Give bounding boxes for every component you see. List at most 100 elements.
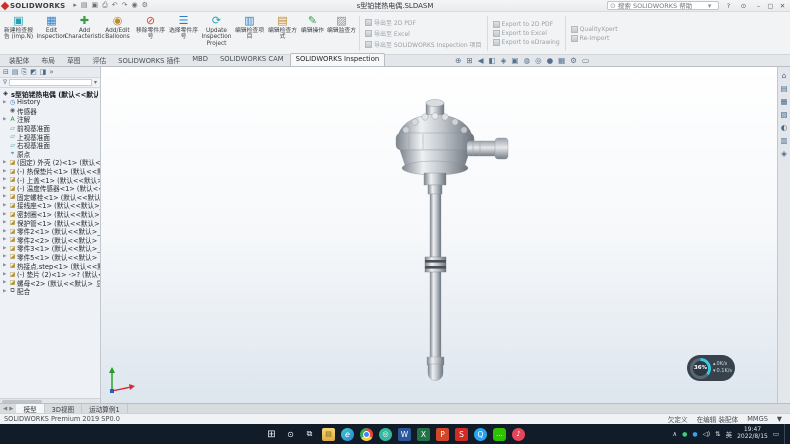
tray-icon[interactable]: ● bbox=[682, 431, 687, 438]
expand-arrow-icon[interactable]: ▶ bbox=[3, 272, 8, 277]
tree-item[interactable]: ▶ ◪ 接线座<1> (默认<<默认>_显示状.. bbox=[0, 201, 100, 210]
quick-access-icon[interactable]: ↶ bbox=[112, 1, 118, 10]
tree-item[interactable]: ▱ 上视基准面 bbox=[0, 132, 100, 141]
taskbar-app-icon[interactable]: P bbox=[436, 428, 449, 441]
window-control-button[interactable]: ▢ bbox=[765, 1, 776, 11]
tree-item[interactable]: ▶ ◪ (-) 热保垫片<1> (默认<<默认>_显示状.. bbox=[0, 167, 100, 176]
ribbon-export-item[interactable]: 导出至 Excel bbox=[365, 29, 482, 38]
task-pane-icon[interactable]: ◐ bbox=[781, 123, 788, 132]
graphics-viewport[interactable]: 36% ▴ 0K/s ▾ 0.1K/s bbox=[101, 67, 777, 403]
tree-item[interactable]: ▱ 前视基准面 bbox=[0, 124, 100, 133]
panel-tab-icon[interactable]: ⊟ bbox=[3, 68, 9, 76]
view-toolbar-icon[interactable]: ◍ bbox=[524, 56, 531, 65]
view-toolbar-icon[interactable]: ● bbox=[547, 56, 554, 65]
tree-item[interactable]: ▶ ◷ History bbox=[0, 98, 100, 107]
show-desktop-button[interactable] bbox=[784, 424, 787, 444]
ribbon-export-item[interactable]: Export to Excel bbox=[493, 30, 560, 37]
tree-item[interactable]: ▶ ◪ 固定螺栓<1> (默认<<默认>_显示状.. bbox=[0, 193, 100, 202]
view-toolbar-icon[interactable]: ◈ bbox=[501, 56, 507, 65]
command-tab[interactable]: SOLIDWORKS Inspection bbox=[290, 53, 386, 66]
tree-item[interactable]: ▶ ◪ (-) 垫片 (2)<1> ->? (默认<<默认.. bbox=[0, 270, 100, 279]
tree-item[interactable]: ▶ ⧉ 配合 bbox=[0, 287, 100, 296]
quick-access-icon[interactable]: ↷ bbox=[122, 1, 128, 10]
search-caret-icon[interactable]: ▾ bbox=[708, 2, 712, 10]
thermocouple-3d-model[interactable] bbox=[101, 67, 773, 403]
expand-arrow-icon[interactable]: ▶ bbox=[3, 203, 8, 208]
taskbar-app-icon[interactable]: X bbox=[417, 428, 430, 441]
tray-icon[interactable]: 英 bbox=[726, 429, 733, 439]
view-tab[interactable]: 模型 bbox=[16, 404, 44, 413]
command-tab[interactable]: SOLIDWORKS 插件 bbox=[112, 53, 186, 66]
tree-item[interactable]: ▶ ◪ 密封圈<1> (默认<<默认>_显示状.. bbox=[0, 210, 100, 219]
task-pane-icon[interactable]: ▦ bbox=[780, 97, 787, 106]
help-icon[interactable]: ? bbox=[723, 1, 734, 11]
command-tab[interactable]: 布局 bbox=[35, 53, 61, 66]
ribbon-extra-item[interactable]: Re-Import bbox=[571, 35, 618, 42]
filter-funnel-icon[interactable]: ∇ bbox=[3, 79, 7, 86]
expand-arrow-icon[interactable]: ▶ bbox=[3, 237, 8, 242]
taskbar-app-icon[interactable]: S bbox=[455, 428, 468, 441]
ribbon-button[interactable]: ▨ 编辑监查方 bbox=[326, 13, 357, 54]
expand-arrow-icon[interactable]: ▶ bbox=[3, 177, 8, 182]
ribbon-button[interactable]: ▤ 编辑检查方式 bbox=[266, 13, 299, 54]
quick-access-icon[interactable]: ◉ bbox=[132, 1, 138, 10]
task-pane-icon[interactable]: ▤ bbox=[780, 84, 787, 93]
panel-horizontal-scrollbar[interactable] bbox=[0, 398, 100, 403]
view-toolbar-icon[interactable]: ◧ bbox=[489, 56, 496, 65]
tree-item[interactable]: ▶ ◪ 零件3<1> (默认<<默认>_显示状.. bbox=[0, 244, 100, 253]
taskbar-app-icon[interactable]: ♪ bbox=[512, 428, 525, 441]
user-account-icon[interactable]: ⊙ bbox=[738, 1, 749, 11]
ribbon-button[interactable]: ✚ Add Characteristic bbox=[68, 13, 101, 54]
task-pane-icon[interactable]: ▥ bbox=[780, 136, 787, 145]
taskbar-app-icon[interactable]: W bbox=[398, 428, 411, 441]
ribbon-button[interactable]: ☰ 选择零件序号 bbox=[167, 13, 200, 54]
net-speed-gauge-widget[interactable]: 36% ▴ 0K/s ▾ 0.1K/s bbox=[687, 355, 735, 381]
panel-tab-icon[interactable]: ◩ bbox=[30, 68, 37, 76]
tray-icon[interactable]: ◁) bbox=[703, 430, 711, 438]
tree-item[interactable]: ▶ A 注解 bbox=[0, 115, 100, 124]
tree-item[interactable]: ▶ ◪ 保护管<1> (默认<<默认>_显示状态 bbox=[0, 218, 100, 227]
command-tab[interactable]: SOLIDWORKS CAM bbox=[214, 53, 290, 66]
view-tab[interactable]: 运动算例1 bbox=[82, 404, 128, 413]
tray-icon[interactable]: ● bbox=[692, 431, 697, 438]
tree-item[interactable]: ▱ 右视基准面 bbox=[0, 141, 100, 150]
tree-item[interactable]: ▶ ◪ (-) 上盖<1> (默认<<默认>_显示状态-1 bbox=[0, 175, 100, 184]
taskbar-clock[interactable]: 19:47 2022/8/15 bbox=[737, 427, 768, 441]
expand-arrow-icon[interactable]: ▶ bbox=[3, 280, 8, 285]
ribbon-export-item[interactable]: Export to eDrawing bbox=[493, 39, 560, 46]
expand-arrow-icon[interactable]: ▶ bbox=[3, 220, 8, 225]
view-toolbar-icon[interactable]: ⊞ bbox=[466, 56, 472, 65]
ribbon-button[interactable]: ▦ Edit Inspection bbox=[35, 13, 68, 54]
taskbar-app-icon[interactable]: ⊞ bbox=[265, 428, 278, 441]
view-toolbar-icon[interactable]: ⚙ bbox=[570, 56, 577, 65]
taskbar-app-icon[interactable]: ⧉ bbox=[303, 428, 316, 441]
view-toolbar-icon[interactable]: ⊕ bbox=[455, 56, 461, 65]
tray-icon[interactable]: ∧ bbox=[672, 430, 677, 438]
tree-item[interactable]: ▶ ◪ 热接点.step<1> (默认<<默认>.. bbox=[0, 261, 100, 270]
tree-item[interactable]: ▶ ◪ 零件2<1> (默认<<默认>_显示状态 bbox=[0, 227, 100, 236]
tree-item[interactable]: ▶ ◪ 零件5<1> (默认<<默认>_显示状.. bbox=[0, 253, 100, 262]
taskbar-app-icon[interactable]: ◎ bbox=[379, 428, 392, 441]
quick-access-icon[interactable]: ▤ bbox=[81, 1, 88, 10]
task-pane-icon[interactable]: ⌂ bbox=[782, 71, 787, 80]
tree-item[interactable]: ▶ ◪ 螺母<2> (默认<<默认>_显示状态 bbox=[0, 278, 100, 287]
ribbon-export-item[interactable]: Export to 2D PDF bbox=[493, 21, 560, 28]
task-pane-icon[interactable]: ◈ bbox=[781, 149, 787, 158]
ribbon-button[interactable]: ▥ 编辑检查项目 bbox=[233, 13, 266, 54]
expand-arrow-icon[interactable]: ▶ bbox=[3, 289, 8, 294]
filter-input[interactable] bbox=[9, 79, 92, 86]
expand-arrow-icon[interactable]: ▶ bbox=[3, 229, 8, 234]
expand-arrow-icon[interactable]: ▶ bbox=[3, 246, 8, 251]
view-toolbar-icon[interactable]: ▭ bbox=[582, 56, 589, 65]
view-toolbar-icon[interactable]: ◎ bbox=[535, 56, 542, 65]
taskbar-app-icon[interactable]: … bbox=[493, 428, 506, 441]
expand-arrow-icon[interactable]: ▶ bbox=[3, 263, 8, 268]
taskbar-app-icon[interactable] bbox=[360, 428, 373, 441]
scrollbar-thumb[interactable] bbox=[2, 400, 42, 403]
tree-item[interactable]: ⌖ 原点 bbox=[0, 150, 100, 159]
panel-tab-icon[interactable]: » bbox=[49, 68, 53, 76]
tray-icon[interactable]: ⇅ bbox=[715, 430, 720, 438]
tree-item[interactable]: ▶ ◪ 零件2<2> (默认<<默认>_显示状态 bbox=[0, 236, 100, 245]
ribbon-button[interactable]: ▣ 新建检查报告 (imp.N) bbox=[2, 13, 35, 54]
expand-arrow-icon[interactable]: ▶ bbox=[3, 186, 8, 191]
